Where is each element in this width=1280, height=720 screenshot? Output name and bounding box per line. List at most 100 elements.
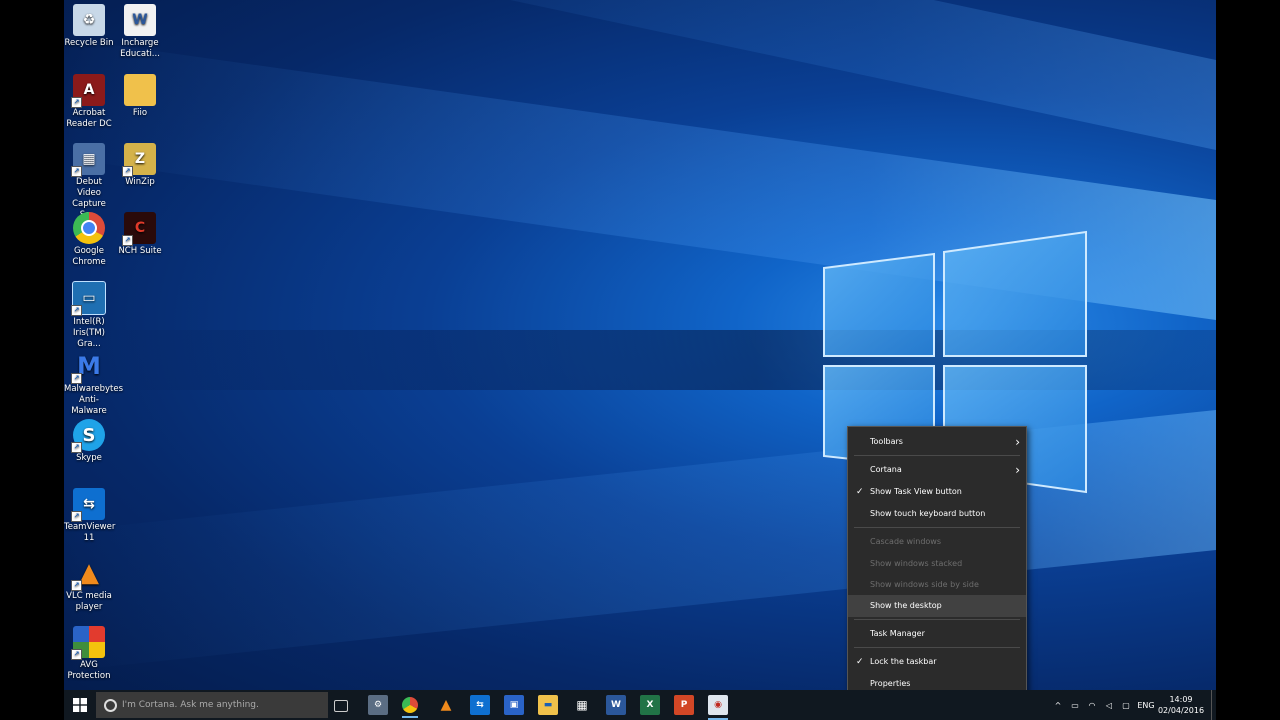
- show-desktop-button[interactable]: [1211, 690, 1216, 720]
- malwarebytes-icon: M ↗: [71, 350, 105, 384]
- powerpoint-taskbar-icon[interactable]: P: [674, 695, 694, 715]
- menu-separator: [854, 647, 1020, 648]
- desktop-icon-skype[interactable]: S ↗ Skype: [64, 415, 114, 464]
- desktop-icon-nch-suite[interactable]: C ↗ NCH Suite: [115, 208, 165, 257]
- windows-start-icon: [73, 698, 87, 712]
- desktop-icon-intel-graphics[interactable]: ▭ ↗ Intel(R) Iris(TM) Gra...: [64, 277, 114, 350]
- teamviewer-icon: ⇆ ↗: [71, 488, 105, 522]
- menu-item-show-touch-keyboard-button[interactable]: Show touch keyboard button: [848, 503, 1026, 525]
- task-view-button[interactable]: [334, 700, 348, 712]
- checkmark-icon: ✓: [856, 657, 864, 667]
- desktop-icon-label: Google Chrome: [72, 246, 106, 267]
- desktop-icon-google-chrome[interactable]: Google Chrome: [64, 208, 114, 268]
- show-hidden-icons-chevron-up-icon[interactable]: ^: [1052, 690, 1064, 720]
- desktop-icon-label: NCH Suite: [118, 246, 162, 256]
- desktop-icon-acrobat-reader[interactable]: A ↗ Acrobat Reader DC: [64, 70, 114, 130]
- desktop-icon-label: Incharge Educati...: [120, 38, 160, 59]
- chevron-right-icon: ›: [1015, 435, 1020, 449]
- chrome-icon: [73, 212, 105, 244]
- acrobat-icon: A ↗: [71, 74, 105, 108]
- menu-item-label: Cascade windows: [870, 537, 942, 546]
- cortana-icon: [104, 699, 117, 712]
- menu-item-show-windows-side-by-side: Show windows side by side: [848, 574, 1026, 596]
- debut-icon: ▦ ↗: [71, 143, 105, 177]
- menu-item-label: Show windows side by side: [870, 580, 979, 589]
- menu-separator: [854, 527, 1020, 528]
- menu-item-cortana[interactable]: Cortana ›: [848, 459, 1026, 481]
- cortana-search-box[interactable]: I'm Cortana. Ask me anything.: [96, 692, 328, 718]
- checkmark-icon: ✓: [856, 487, 864, 497]
- nch-icon: C ↗: [122, 212, 156, 246]
- desktop-icon-avg[interactable]: ↗ AVG Protection: [64, 622, 114, 682]
- shortcut-arrow-icon: ↗: [71, 305, 82, 316]
- desktop-icon-label: Skype: [76, 453, 102, 463]
- shortcut-arrow-icon: ↗: [122, 235, 133, 246]
- search-placeholder: I'm Cortana. Ask me anything.: [122, 700, 259, 710]
- volume-icon[interactable]: ◁: [1102, 690, 1116, 720]
- shortcut-arrow-icon: ↗: [71, 442, 82, 453]
- taskbar: I'm Cortana. Ask me anything. ⚙ ▲ ⇆ ▣ ▬ …: [64, 690, 1216, 720]
- word-taskbar-icon[interactable]: W: [606, 695, 626, 715]
- desktop-icon-label: Recycle Bin: [64, 38, 114, 48]
- chevron-right-icon: ›: [1015, 463, 1020, 477]
- menu-item-label: Cortana: [870, 465, 902, 474]
- desktop-wallpaper: [64, 0, 1216, 720]
- language-indicator[interactable]: ENG: [1134, 690, 1158, 720]
- system-clock[interactable]: 14:09 02/04/2016: [1156, 694, 1206, 716]
- desktop-icon-teamviewer[interactable]: ⇆ ↗ TeamViewer 11: [64, 484, 116, 544]
- menu-item-label: Show windows stacked: [870, 559, 963, 568]
- clock-date: 02/04/2016: [1157, 706, 1205, 715]
- folder-icon: [124, 74, 156, 106]
- menu-separator: [854, 455, 1020, 456]
- desktop-icon-fiio[interactable]: Fiio: [115, 70, 165, 119]
- connection-icon[interactable]: ⚙: [368, 695, 388, 715]
- intel-icon: ▭ ↗: [71, 281, 106, 316]
- desktop-icon-area: ♻ Recycle Bin W Incharge Educati... A ↗ A…: [64, 0, 174, 690]
- desktop-icon-vlc[interactable]: ▲ ↗ VLC media player: [64, 553, 114, 613]
- file-explorer-icon[interactable]: ▬: [538, 695, 558, 715]
- notification-icon[interactable]: ▢: [1119, 690, 1133, 720]
- windows-logo-wallpaper: [823, 230, 1087, 494]
- wifi-icon[interactable]: ◠: [1085, 690, 1099, 720]
- avg-icon: ↗: [71, 626, 105, 660]
- desktop-icon-malwarebytes[interactable]: M ↗ Malwarebytes Anti-Malware: [64, 346, 123, 417]
- desktop-icon-winzip[interactable]: Z ↗ WinZip: [115, 139, 165, 188]
- menu-item-label: Lock the taskbar: [870, 657, 937, 666]
- shortcut-arrow-icon: ↗: [71, 373, 82, 384]
- store-icon[interactable]: ▦: [572, 695, 592, 715]
- clock-time: 14:09: [1169, 695, 1193, 704]
- network-app-icon[interactable]: ▣: [504, 695, 524, 715]
- shortcut-arrow-icon: ↗: [71, 511, 82, 522]
- menu-item-lock-the-taskbar[interactable]: ✓ Lock the taskbar: [848, 651, 1026, 673]
- desktop-icon-label: WinZip: [125, 177, 155, 187]
- word-document-icon: W: [124, 4, 156, 36]
- battery-icon[interactable]: ▭: [1068, 690, 1082, 720]
- teamviewer-taskbar-icon[interactable]: ⇆: [470, 695, 490, 715]
- menu-item-label: Show touch keyboard button: [870, 509, 986, 518]
- taskbar-context-menu: Toolbars › Cortana › ✓ Show Task View bu…: [847, 426, 1027, 700]
- start-button[interactable]: [64, 690, 96, 720]
- menu-item-show-windows-stacked: Show windows stacked: [848, 553, 1026, 575]
- shortcut-arrow-icon: ↗: [71, 166, 82, 177]
- recorder-app-icon[interactable]: ◉: [708, 695, 728, 720]
- desktop-icon-recycle-bin[interactable]: ♻ Recycle Bin: [64, 0, 114, 49]
- menu-item-toolbars[interactable]: Toolbars ›: [848, 431, 1026, 453]
- menu-item-show-task-view-button[interactable]: ✓ Show Task View button: [848, 481, 1026, 503]
- excel-taskbar-icon[interactable]: X: [640, 695, 660, 715]
- desktop-icon-label: AVG Protection: [67, 660, 111, 681]
- vlc-taskbar-icon[interactable]: ▲: [436, 695, 456, 715]
- winzip-icon: Z ↗: [122, 143, 156, 177]
- desktop-icon-label: Acrobat Reader DC: [66, 108, 112, 129]
- menu-item-label: Toolbars: [870, 437, 903, 446]
- menu-separator: [854, 619, 1020, 620]
- menu-item-show-the-desktop[interactable]: Show the desktop: [848, 595, 1026, 617]
- menu-item-label: Task Manager: [870, 629, 925, 638]
- desktop-icon-incharge-education[interactable]: W Incharge Educati...: [115, 0, 165, 60]
- desktop-icon-label: VLC media player: [66, 591, 112, 612]
- menu-item-task-manager[interactable]: Task Manager: [848, 623, 1026, 645]
- menu-item-label: Show Task View button: [870, 487, 962, 496]
- shortcut-arrow-icon: ↗: [71, 580, 82, 591]
- desktop-icon-label: TeamViewer 11: [64, 522, 116, 543]
- menu-item-cascade-windows: Cascade windows: [848, 531, 1026, 553]
- chrome-taskbar-icon[interactable]: [402, 697, 418, 718]
